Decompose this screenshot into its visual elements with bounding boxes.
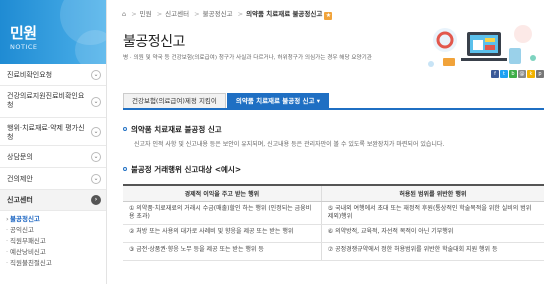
chevron-down-icon: ⌄: [91, 173, 101, 184]
table-row: ② 처방 또는 사용의 대가로 사례비 및 향응을 제공 또는 받는 행위 ⑥ …: [123, 224, 544, 243]
sidebar: 민원 NOTICE 진료비확인요청 ⌄ 건강의료지원진료비확인요청 ⌄ 행위·치…: [0, 0, 107, 284]
sidebar-item-label: 건강의료지원진료비확인요청: [7, 92, 85, 109]
home-icon[interactable]: ⌂: [122, 10, 126, 18]
chevron-down-icon: ⌄: [91, 151, 101, 162]
chevron-down-icon: ⌄: [91, 69, 101, 80]
sidebar-item-consultation[interactable]: 상담문의 ⌄: [0, 146, 106, 168]
facebook-icon[interactable]: f: [491, 70, 499, 78]
table-header: 경제적 이익을 주고 받는 행위: [123, 184, 322, 202]
breadcrumb-item[interactable]: 불공정신고: [203, 10, 233, 18]
sidebar-item-label: 상담문의: [7, 153, 33, 161]
table-cell: ① 의약품·치료재료의 거래시 수금(매출)할인 하는 행위 (인정되는 금융비…: [123, 201, 322, 225]
sidebar-item-health-support[interactable]: 건강의료지원진료비확인요청 ⌄: [0, 86, 106, 118]
bullet-icon: [123, 127, 127, 131]
submenu-item-budget-waste-report[interactable]: · 예산낭비신고: [6, 247, 106, 258]
section-body: 신고자 인적 사항 및 신고내용 등은 보안이 유지되며, 신고내용 등은 관리…: [134, 141, 445, 148]
chevron-down-icon: ⌄: [91, 126, 101, 137]
table-cell: ⑦ 공정경쟁규약에서 정한 허용범위를 위반한 학술대회 지원 행위 등: [320, 242, 544, 261]
breadcrumb-item[interactable]: 민원: [140, 10, 152, 18]
sidebar-item-label: 건의제안: [7, 175, 33, 183]
bullet-icon: [123, 167, 127, 171]
blog-icon[interactable]: b: [509, 70, 517, 78]
table-cell: ⑥ 의약방적, 교육적, 자선적 목적이 아닌 기부행위: [320, 224, 544, 243]
submenu-item-unfair-report[interactable]: ›불공정신고: [6, 214, 106, 225]
table-cell: ⑤ 국내외 여행에서 초대 또는 재정적 후원(통상적인 학술목적을 위한 실비…: [320, 201, 544, 225]
main-content: ⌂ > 민원 > 신고센터 > 불공정신고 > 의약품 치료재료 불공정신고 ★ 불공정…: [107, 0, 550, 284]
submenu-item-public-report[interactable]: · 공익신고: [6, 225, 106, 236]
share-toolbar: f t b @ k p: [491, 70, 544, 78]
sidebar-submenu: ›불공정신고 · 공익신고 · 직원부패신고 · 예산낭비신고 · 직원불친절신고: [0, 211, 106, 269]
email-icon[interactable]: @: [518, 70, 526, 78]
sidebar-item-label: 행위·치료재료·약제 평가신청: [7, 124, 85, 141]
breadcrumb-item[interactable]: 신고센터: [165, 10, 189, 18]
page-title: 불공정신고: [123, 34, 185, 50]
chevron-right-icon: ›: [91, 195, 101, 205]
table-row: ① 의약품·치료재료의 거래시 수금(매출)할인 하는 행위 (인정되는 금융비…: [123, 201, 544, 225]
sidebar-menu: 진료비확인요청 ⌄ 건강의료지원진료비확인요청 ⌄ 행위·치료재료·약제 평가신…: [0, 64, 106, 211]
sidebar-item-suggestion[interactable]: 건의제안 ⌄: [0, 168, 106, 190]
sidebar-item-report-center[interactable]: 신고센터 ›: [0, 190, 106, 211]
print-icon[interactable]: p: [536, 70, 544, 78]
sidebar-title: 민원: [10, 24, 37, 42]
table-header: 허용된 범위를 위반한 행위: [320, 184, 544, 202]
tab-finance-guardian[interactable]: 건강보험(의료급여)제정 지킴이: [123, 93, 226, 108]
twitter-icon[interactable]: t: [500, 70, 508, 78]
table-cell: ③ 금전·상품권·향응 노무 등을 제공 또는 받는 행위 등: [123, 242, 322, 261]
sidebar-item-label: 신고센터: [7, 196, 33, 204]
submenu-item-corruption-report[interactable]: · 직원부패신고: [6, 236, 106, 247]
sidebar-header: 민원 NOTICE: [0, 0, 106, 64]
kakao-icon[interactable]: k: [527, 70, 535, 78]
section-heading: 의약품 치료재료 불공정 신고: [123, 124, 222, 135]
hero-illustration: [428, 25, 536, 67]
chevron-down-icon: ⌄: [91, 96, 101, 107]
examples-table: 경제적 이익을 주고 받는 행위 허용된 범위를 위반한 행위 ① 의약품·치료…: [123, 184, 544, 261]
breadcrumb: ⌂ > 민원 > 신고센터 > 불공정신고 > 의약품 치료재료 불공정신고 ★: [122, 10, 333, 20]
page-description: 병 · 의원 및 약국 등 건강보험(의료급여) 청구가 사실과 다르거나, 허…: [123, 55, 372, 61]
breadcrumb-current: 의약품 치료재료 불공정신고: [246, 10, 323, 18]
sidebar-subtitle: NOTICE: [10, 43, 38, 51]
sidebar-item-evaluation-request[interactable]: 행위·치료재료·약제 평가신청 ⌄: [0, 118, 106, 146]
favorite-star-icon[interactable]: ★: [324, 12, 333, 20]
sidebar-item-label: 진료비확인요청: [7, 71, 53, 79]
submenu-item-unkind-staff-report[interactable]: · 직원불친절신고: [6, 258, 106, 269]
table-row: ③ 금전·상품권·향응 노무 등을 제공 또는 받는 행위 등 ⑦ 공정경쟁규약…: [123, 242, 544, 261]
sidebar-item-billing-check[interactable]: 진료비확인요청 ⌄: [0, 64, 106, 86]
table-cell: ② 처방 또는 사용의 대가로 사례비 및 향응을 제공 또는 받는 행위: [123, 224, 322, 243]
tab-drug-unfair-report[interactable]: 의약품 치료재료 불공정 신고 ▾: [226, 93, 329, 108]
section-heading-examples: 불공정 거래행위 신고대상 <예시>: [123, 164, 241, 175]
tab-bar: 건강보험(의료급여)제정 지킴이 의약품 치료재료 불공정 신고 ▾: [123, 93, 544, 110]
